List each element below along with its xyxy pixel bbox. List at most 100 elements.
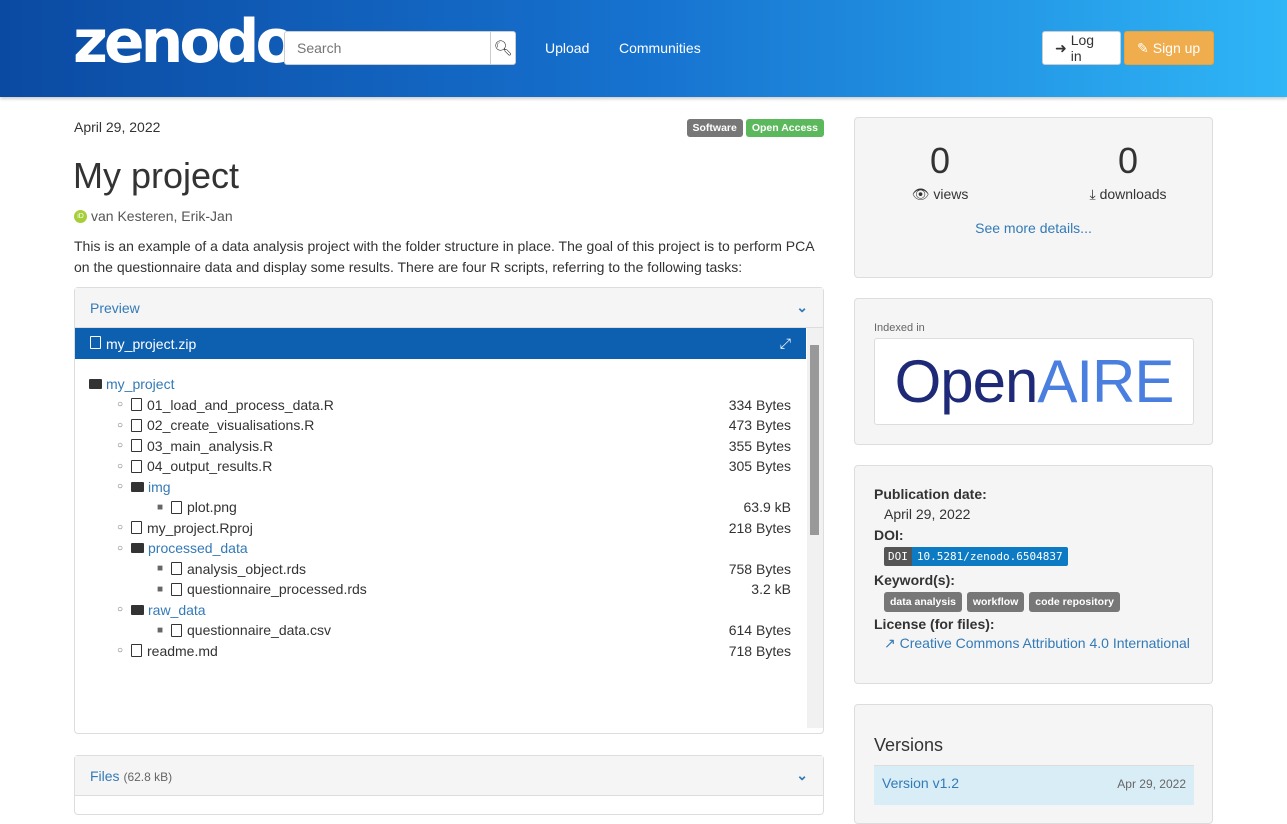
see-more-details-link[interactable]: See more details... (855, 220, 1212, 236)
keyword[interactable]: code repository (1029, 592, 1121, 612)
search-input[interactable] (285, 32, 490, 64)
bullet: ■ (157, 501, 164, 513)
keyword[interactable]: data analysis (884, 592, 962, 612)
tree-item-name: img (148, 478, 171, 495)
record-date: April 29, 2022 (74, 119, 161, 135)
tree-row: ○ readme.md 718 Bytes (89, 641, 791, 662)
bullet: ○ (117, 460, 124, 472)
file-icon (171, 500, 182, 514)
badge-open-access: Open Access (745, 119, 824, 137)
preview-panel: Preview ⌄ my_project.zip ⤢ my_project ○ 01_l… (74, 287, 824, 734)
preview-header[interactable]: Preview ⌄ (75, 288, 823, 328)
keyword[interactable]: workflow (966, 592, 1025, 612)
tree-row[interactable]: ○ processed_data (89, 538, 791, 559)
file-icon (131, 398, 142, 412)
bullet: ○ (117, 604, 124, 616)
signup-button[interactable]: ✎ Sign up (1124, 31, 1214, 65)
file-icon (171, 623, 182, 637)
stats-panel: 0 👁︎ views 0 ⤓ downloads See more details.… (854, 117, 1213, 278)
tree-item-name: raw_data (148, 601, 206, 618)
folder-icon (131, 481, 144, 492)
nav-upload[interactable]: Upload (545, 40, 589, 56)
tree-row[interactable]: ○ raw_data (89, 600, 791, 621)
views-stat: 0 👁︎ views (911, 140, 969, 202)
bullet: ■ (157, 583, 164, 595)
bullet: ■ (157, 563, 164, 575)
file-icon (131, 439, 142, 453)
files-header[interactable]: Files (62.8 kB) ⌄ (75, 756, 823, 796)
file-archive-icon (90, 335, 101, 349)
file-icon (131, 418, 142, 432)
search-button[interactable]: 🔍︎ (490, 32, 515, 64)
tree-row: ■ questionnaire_processed.rds 3.2 kB (89, 579, 791, 600)
file-size: 758 Bytes (728, 560, 791, 577)
tree-row[interactable]: ○ img (89, 477, 791, 498)
tree-item-name: questionnaire_data.csv (187, 622, 331, 639)
file-size: 218 Bytes (728, 519, 791, 536)
version-row[interactable]: Version v1.2 Apr 29, 2022 (874, 765, 1194, 805)
tree-item-name: analysis_object.rds (187, 560, 307, 577)
license-link[interactable]: ↗ Creative Commons Attribution 4.0 Inter… (884, 635, 1193, 652)
bullet: ○ (117, 399, 124, 411)
tree-item-name: questionnaire_processed.rds (187, 581, 367, 598)
expand-icon[interactable]: ⤢ (780, 335, 791, 352)
bullet: ○ (117, 440, 124, 452)
nav-communities[interactable]: Communities (619, 40, 701, 56)
record-badges: Software Open Access (686, 119, 824, 137)
file-icon (131, 459, 142, 473)
external-link-icon: ↗ (884, 635, 896, 651)
bullet: ○ (117, 542, 124, 554)
tree-row: ■ analysis_object.rds 758 Bytes (89, 559, 791, 580)
bullet: ○ (117, 419, 124, 431)
top-navbar: zenodo 🔍︎ Upload Communities ➜Log in ✎Si… (0, 0, 1287, 97)
tree-item-name: my_project (106, 376, 175, 393)
file-tree: my_project ○ 01_load_and_process_data.R 334… (89, 374, 791, 661)
tree-item-name: 01_load_and_process_data.R (147, 396, 334, 413)
search-icon: 🔍︎ (493, 40, 513, 57)
tree-item-name: 02_create_visualisations.R (147, 417, 315, 434)
zenodo-logo[interactable]: zenodo (73, 12, 297, 72)
file-icon (171, 582, 182, 596)
sign-in-icon: ➜ (1055, 39, 1067, 56)
login-button[interactable]: ➜ Log in (1042, 31, 1121, 65)
folder-icon (131, 604, 144, 615)
file-icon (171, 562, 182, 576)
orcid-icon[interactable]: iD (74, 209, 87, 223)
bullet: ○ (117, 522, 124, 534)
download-icon: ⤓ (1089, 186, 1096, 202)
tree-item-name: plot.png (187, 499, 237, 516)
metadata-panel: Publication date: April 29, 2022 DOI: DO… (854, 465, 1213, 684)
page-title: My project (73, 155, 240, 196)
folder-icon (131, 543, 144, 554)
file-size: 63.9 kB (743, 499, 791, 516)
bullet: ○ (117, 645, 124, 657)
files-panel: Files (62.8 kB) ⌄ (74, 755, 824, 815)
publication-date: April 29, 2022 (884, 506, 971, 522)
openaire-logo[interactable]: Open AIRE (874, 338, 1194, 425)
description: This is an example of a data analysis pr… (74, 238, 814, 275)
tree-item-name: 04_output_results.R (147, 458, 273, 475)
file-size: 614 Bytes (728, 622, 791, 639)
tree-item-name: 03_main_analysis.R (147, 437, 274, 454)
tree-row: ○ 03_main_analysis.R 355 Bytes (89, 436, 791, 457)
downloads-stat: 0 ⤓ downloads (1089, 140, 1167, 202)
tree-row: ○ my_project.Rproj 218 Bytes (89, 518, 791, 539)
doi-badge[interactable]: DOI 10.5281/zenodo.6504837 (884, 547, 1068, 566)
eye-icon: 👁︎ (911, 186, 930, 202)
indexed-label: Indexed in (874, 322, 925, 334)
versions-panel: Versions Version v1.2 Apr 29, 2022 (854, 704, 1213, 824)
author: iD van Kesteren, Erik-Jan (74, 208, 233, 224)
tree-row[interactable]: my_project (89, 374, 791, 395)
file-size: 355 Bytes (728, 437, 791, 454)
tree-row: ○ 02_create_visualisations.R 473 Bytes (89, 415, 791, 436)
bullet: ■ (157, 624, 164, 636)
file-icon (131, 521, 142, 535)
search-bar: 🔍︎ (284, 31, 516, 65)
file-size: 305 Bytes (728, 458, 791, 475)
tree-row: ■ questionnaire_data.csv 614 Bytes (89, 620, 791, 641)
badge-software: Software (686, 119, 743, 137)
edit-icon: ✎ (1137, 39, 1149, 56)
tree-item-name: my_project.Rproj (147, 519, 253, 536)
indexed-panel: Indexed in Open AIRE (854, 298, 1213, 445)
scrollbar-thumb[interactable] (810, 345, 819, 535)
